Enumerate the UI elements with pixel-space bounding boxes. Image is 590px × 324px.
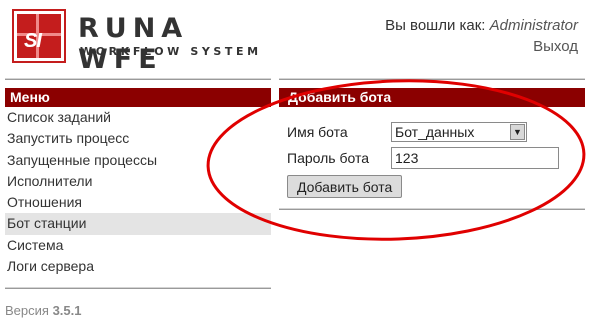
- login-prefix: Вы вошли как:: [385, 17, 486, 34]
- divider: [5, 287, 271, 290]
- runa-wfe-logo: SI RUNA WFE WORKFLOW SYSTEM: [12, 9, 269, 75]
- logo-subtitle: WORKFLOW SYSTEM: [80, 45, 262, 58]
- logo-mark-icon: SI: [12, 9, 66, 63]
- login-username: Administrator: [489, 17, 578, 34]
- logo-title: RUNA WFE: [78, 13, 189, 75]
- menu-item-server-logs[interactable]: Логи сервера: [5, 256, 271, 277]
- version-prefix: Версия: [5, 303, 49, 319]
- logo-monogram: SI: [24, 30, 42, 52]
- highlight-ellipse: [206, 79, 586, 241]
- version-info: Версия 3.5.1: [5, 303, 271, 318]
- logout-link[interactable]: Выход: [385, 38, 578, 55]
- version-number: 3.5.1: [52, 303, 82, 319]
- login-info: Вы вошли как: Administrator Выход: [385, 17, 578, 55]
